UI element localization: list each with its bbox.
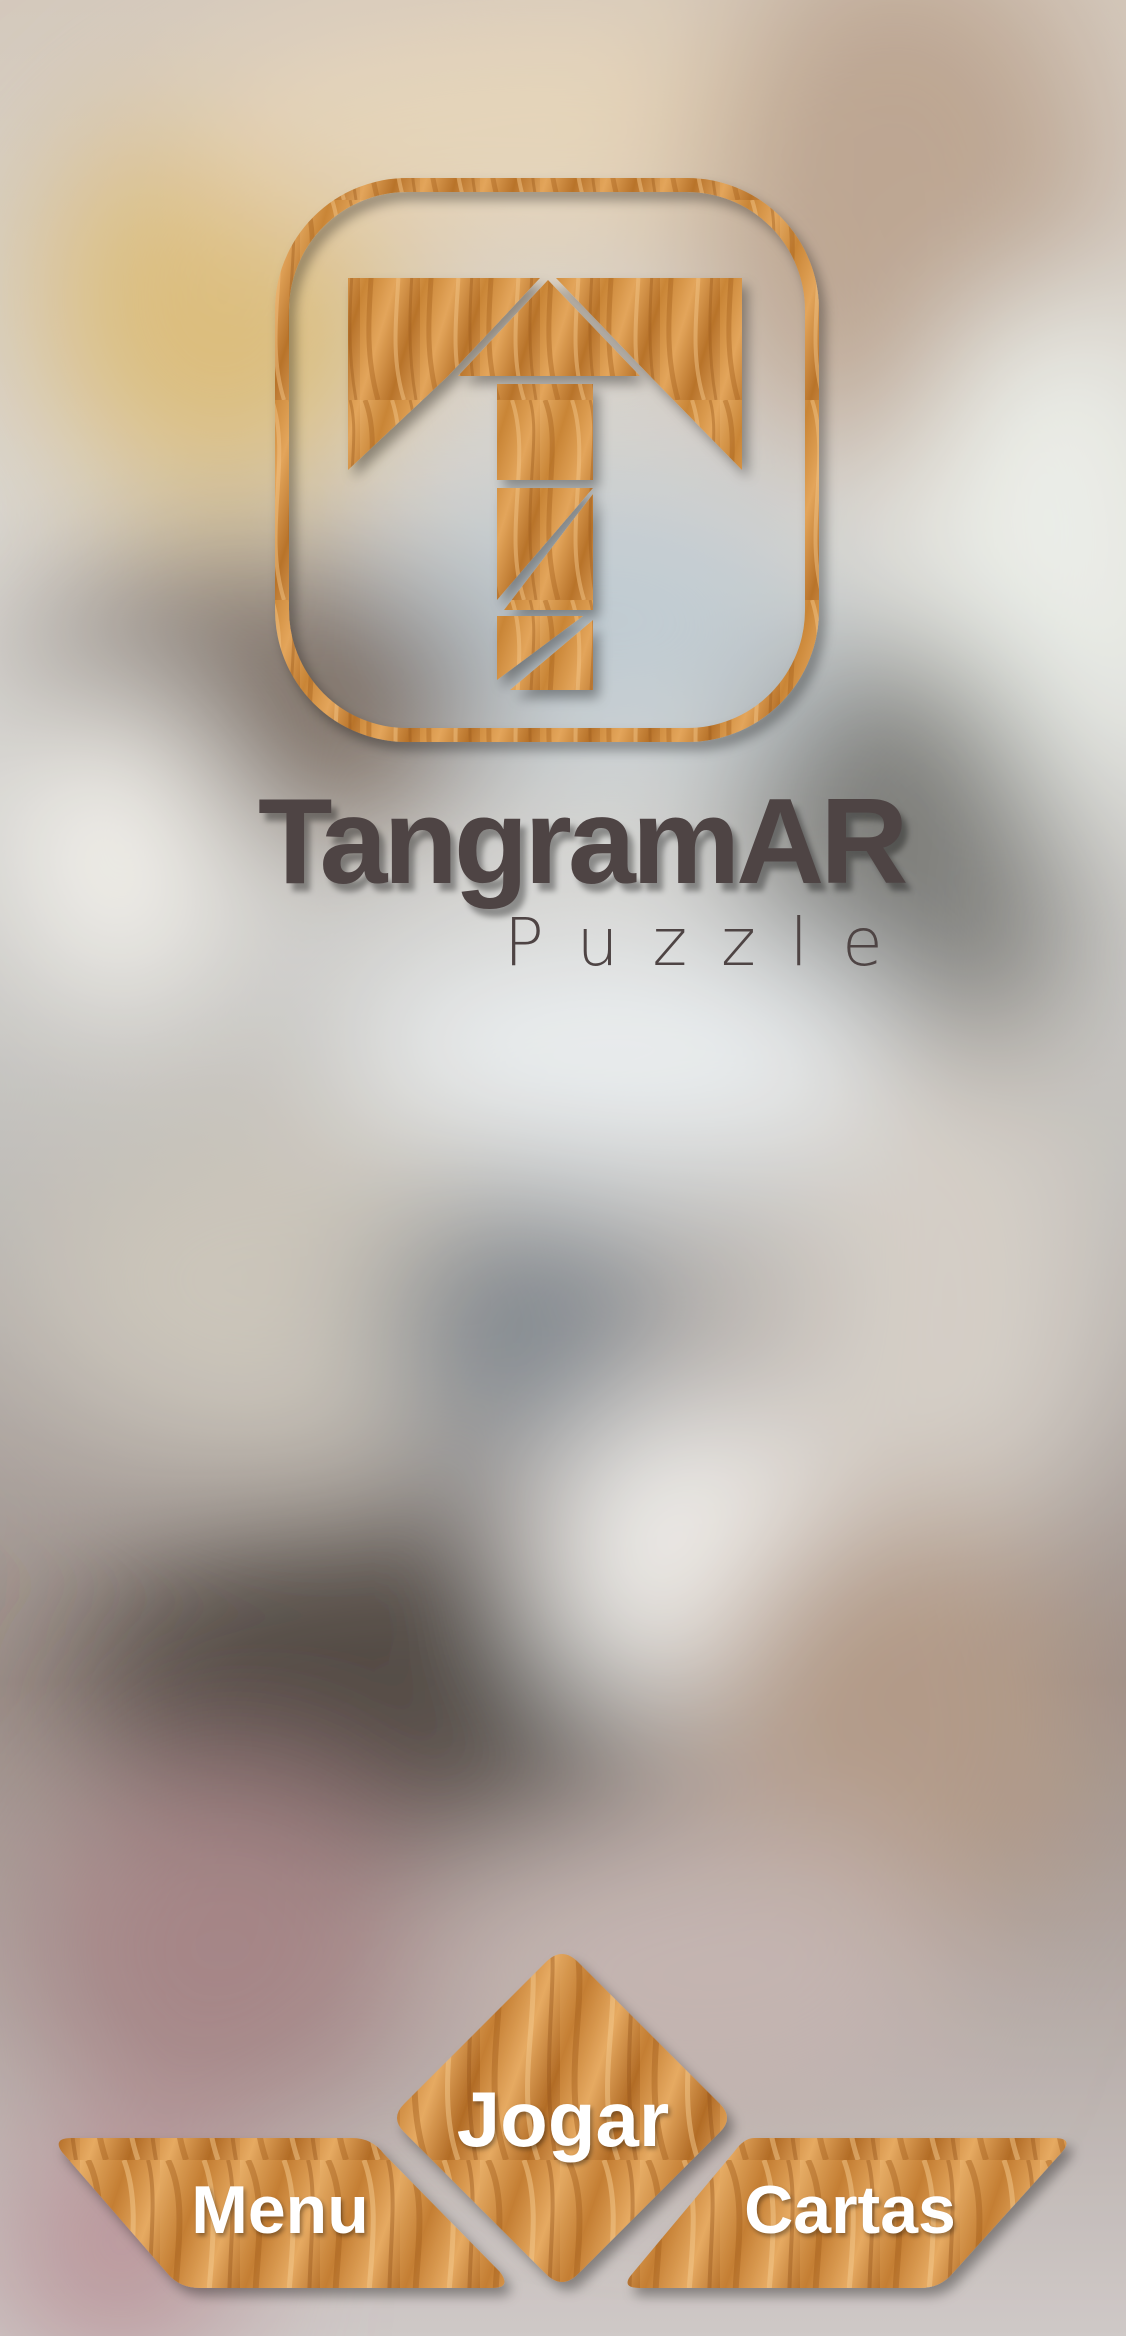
app-title: TangramAR	[258, 773, 908, 909]
button-bar	[58, 1954, 1067, 2288]
app-subtitle: Puzzle	[504, 904, 917, 981]
cards-button[interactable]	[627, 2138, 1067, 2288]
tangram-square	[497, 384, 593, 480]
